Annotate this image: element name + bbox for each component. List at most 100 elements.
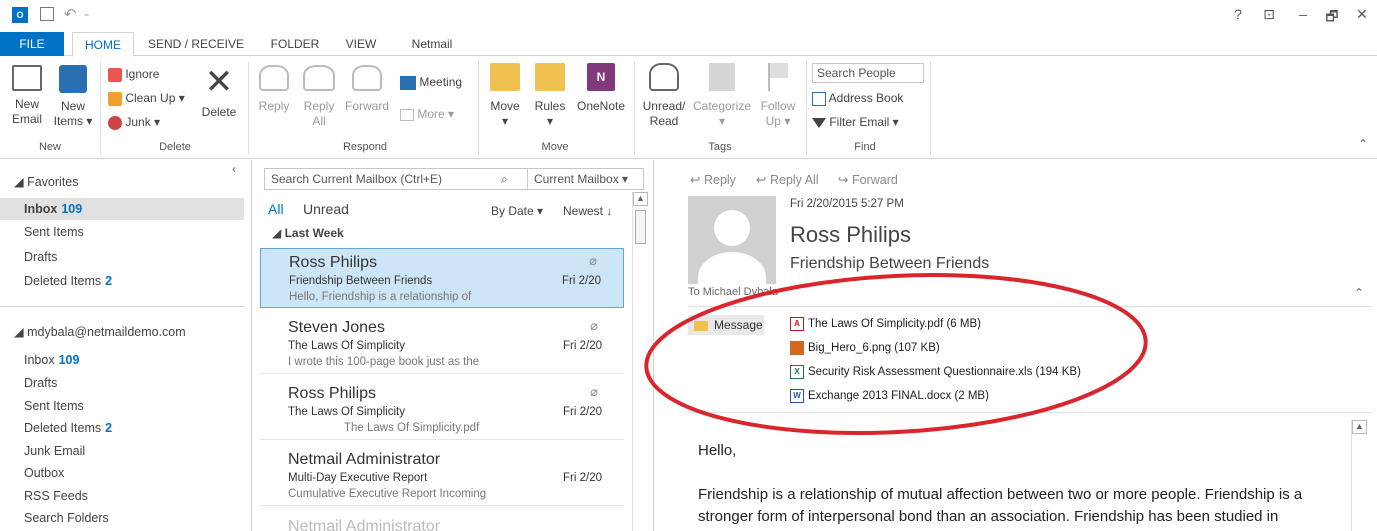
address-book-button[interactable]: Address Book — [812, 89, 903, 107]
meeting-icon — [400, 75, 416, 90]
close-button[interactable]: ✕ — [1353, 6, 1371, 23]
reading-pane-scrollbar[interactable]: ▲ — [1351, 420, 1367, 531]
restore-button[interactable]: 🗗 — [1323, 6, 1341, 30]
sort-by-dropdown[interactable]: By Date ▾ — [491, 204, 543, 218]
favorite-inbox[interactable]: Inbox 109 — [24, 198, 82, 220]
message-item[interactable]: Ross Philips ⌀ The Laws Of Simplicity Fr… — [260, 380, 624, 440]
favorite-deleted-items[interactable]: Deleted Items 2 — [24, 270, 112, 292]
account-drafts[interactable]: Drafts — [24, 372, 57, 394]
search-mailbox-input[interactable]: Search Current Mailbox (Ctrl+E) ⌕ Curren… — [264, 168, 644, 190]
more-button[interactable]: More ▾ — [400, 105, 454, 123]
save-icon[interactable] — [40, 7, 54, 21]
message-body-greeting: Hello, — [698, 442, 737, 459]
address-book-label: Address Book — [828, 91, 904, 105]
tab-netmail[interactable]: Netmail — [398, 32, 466, 56]
forward-label: Forward — [851, 173, 898, 187]
move-label: Move — [490, 99, 520, 113]
message-item[interactable]: Netmail Administrator Multi-Day Executiv… — [260, 446, 624, 506]
message-preview: The Laws Of Simplicity.pdf — [344, 422, 480, 434]
reading-forward-button[interactable]: ↪ Forward — [838, 172, 898, 187]
new-items-button[interactable]: New Items ▾ — [50, 65, 96, 129]
account-header[interactable]: ◢ mdybala@netmaildemo.com — [14, 324, 186, 339]
favorite-sent-items[interactable]: Sent Items — [24, 221, 84, 243]
scroll-up-arrow[interactable]: ▲ — [1352, 420, 1367, 434]
filter-email-button[interactable]: Filter Email ▾ — [812, 113, 899, 131]
reply-icon: ↩ — [690, 173, 701, 187]
sort-order-toggle[interactable]: Newest ↓ — [563, 204, 612, 218]
favorites-header[interactable]: ◢ Favorites — [14, 174, 79, 189]
ribbon: New Email New Items ▾ New Ignore Clean U… — [0, 57, 1377, 159]
folder-label: RSS Feeds — [24, 489, 88, 503]
new-email-button[interactable]: New Email — [6, 65, 48, 127]
minimize-button[interactable]: – — [1294, 6, 1312, 22]
move-button[interactable]: Move ▾ — [486, 63, 524, 129]
annotation-ellipse — [644, 273, 1148, 435]
account-sent-items[interactable]: Sent Items — [24, 395, 84, 417]
delete-button[interactable]: ✕ Delete — [196, 65, 242, 120]
ribbon-display-button[interactable]: ⊡ — [1260, 6, 1278, 23]
group-label-tags: Tags — [708, 141, 732, 153]
search-scope-dropdown[interactable]: Current Mailbox ▾ — [527, 169, 628, 189]
collapse-ribbon-icon[interactable]: ⌃ — [1358, 137, 1368, 151]
scroll-up-arrow[interactable]: ▲ — [633, 192, 648, 206]
tab-home[interactable]: HOME — [72, 32, 134, 57]
customize-toolbar-icon[interactable]: ₌ — [84, 7, 100, 23]
scroll-thumb[interactable] — [635, 210, 646, 244]
reading-reply-all-button[interactable]: ↩ Reply All — [756, 172, 819, 187]
group-header-last-week[interactable]: ◢ Last Week — [272, 226, 344, 240]
tab-view[interactable]: VIEW — [336, 32, 386, 56]
search-people-input[interactable]: Search People — [812, 63, 924, 83]
help-button[interactable]: ? — [1229, 6, 1247, 22]
group-label-delete: Delete — [159, 141, 191, 153]
tab-file[interactable]: FILE — [0, 32, 64, 56]
tab-folder[interactable]: FOLDER — [262, 32, 328, 56]
clean-up-icon — [108, 91, 122, 106]
undo-icon[interactable]: ↶ — [64, 7, 80, 23]
reply-all-button[interactable]: Reply All — [298, 65, 340, 129]
collapse-header-icon[interactable]: ⌃ — [1354, 286, 1364, 300]
unread-count: 2 — [105, 421, 113, 435]
reply-button[interactable]: Reply — [254, 65, 294, 114]
reading-reply-button[interactable]: ↩ Reply — [690, 172, 736, 187]
unread-read-button[interactable]: Unread/ Read — [638, 63, 690, 129]
message-preview: Hello, Friendship is a relationship of — [289, 291, 472, 303]
search-icon[interactable]: ⌕ — [501, 169, 508, 189]
reply-all-icon — [303, 65, 335, 91]
message-item-partial[interactable]: Netmail Administrator — [288, 518, 440, 531]
favorite-drafts[interactable]: Drafts — [24, 246, 57, 268]
account-inbox[interactable]: Inbox 109 — [24, 349, 79, 371]
account-search-folders[interactable]: Search Folders — [24, 507, 109, 529]
account-deleted-items[interactable]: Deleted Items 2 — [24, 417, 112, 439]
message-item-selected[interactable]: Ross Philips ⌀ Friendship Between Friend… — [260, 248, 624, 308]
outlook-app-icon[interactable]: O — [12, 7, 28, 23]
meeting-label: Meeting — [419, 75, 463, 89]
categorize-label: Categorize — [692, 99, 752, 113]
follow-up-button[interactable]: Follow Up ▾ — [756, 63, 800, 129]
junk-button[interactable]: Junk ▾ — [108, 113, 160, 131]
message-sender-name[interactable]: Ross Philips — [790, 222, 911, 248]
meeting-button[interactable]: Meeting — [400, 73, 462, 91]
unread-count: 109 — [58, 353, 80, 367]
categorize-button[interactable]: Categorize ▾ — [690, 63, 754, 129]
message-datetime: Fri 2/20/2015 5:27 PM — [790, 198, 904, 210]
account-rss-feeds[interactable]: RSS Feeds — [24, 485, 88, 507]
ribbon-tabs: FILE HOME SEND / RECEIVE FOLDER VIEW Net… — [0, 32, 1377, 57]
filter-all[interactable]: All — [268, 201, 284, 217]
group-separator — [248, 61, 249, 155]
message-item[interactable]: Steven Jones ⌀ The Laws Of Simplicity Fr… — [260, 314, 624, 374]
ignore-button[interactable]: Ignore — [108, 65, 159, 83]
folder-label: Junk Email — [24, 444, 86, 458]
reply-label: Reply — [258, 99, 290, 113]
account-outbox[interactable]: Outbox — [24, 462, 64, 484]
attachment-icon: ⌀ — [590, 318, 598, 333]
filter-unread[interactable]: Unread — [303, 201, 349, 217]
rules-button[interactable]: Rules ▾ — [530, 63, 570, 129]
tab-send-receive[interactable]: SEND / RECEIVE — [142, 32, 250, 56]
message-subject: Multi-Day Executive Report — [288, 472, 428, 484]
forward-button[interactable]: Forward — [342, 65, 392, 114]
collapse-folder-pane-icon[interactable]: ‹ — [232, 162, 236, 176]
account-junk-email[interactable]: Junk Email — [24, 440, 85, 462]
clean-up-button[interactable]: Clean Up ▾ — [108, 89, 185, 107]
more-icon — [400, 108, 414, 121]
onenote-button[interactable]: N OneNote — [574, 63, 628, 114]
